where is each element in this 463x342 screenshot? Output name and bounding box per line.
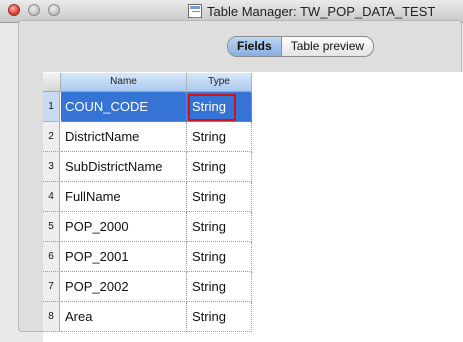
table-row[interactable]: 6 POP_2001 String: [43, 242, 252, 272]
table-row[interactable]: 4 FullName String: [43, 182, 252, 212]
tab-switcher: Fields Table preview: [227, 36, 375, 57]
table-row[interactable]: 8 Area String: [43, 302, 252, 332]
close-window-button[interactable]: [8, 4, 20, 16]
field-name-cell[interactable]: SubDistrictName: [61, 152, 187, 182]
window-title-group: Table Manager: TW_POP_DATA_TEST: [188, 2, 435, 20]
row-number: 4: [43, 182, 60, 212]
row-number: 1: [43, 92, 60, 122]
zoom-window-button[interactable]: [48, 4, 60, 16]
minimize-window-button[interactable]: [28, 4, 40, 16]
window-title: Table Manager: TW_POP_DATA_TEST: [207, 3, 436, 19]
field-name-cell[interactable]: POP_2000: [61, 212, 187, 242]
field-name-cell[interactable]: DistrictName: [61, 122, 187, 152]
table-row[interactable]: 1 COUN_CODE String: [43, 92, 252, 122]
row-number: 6: [43, 242, 60, 272]
table-row[interactable]: 5 POP_2000 String: [43, 212, 252, 242]
row-number: 2: [43, 122, 60, 152]
field-type-cell[interactable]: String: [187, 272, 252, 302]
row-number-header: [43, 73, 61, 92]
field-name-cell[interactable]: Area: [61, 302, 187, 332]
row-number: 7: [43, 272, 60, 302]
row-number: 5: [43, 212, 60, 242]
table-row[interactable]: 2 DistrictName String: [43, 122, 252, 152]
field-type-cell[interactable]: String: [187, 212, 252, 242]
column-header-type[interactable]: Type: [187, 73, 252, 92]
field-type-cell[interactable]: String: [187, 242, 252, 272]
table-row[interactable]: 7 POP_2002 String: [43, 272, 252, 302]
field-type-cell[interactable]: String: [187, 122, 252, 152]
column-header-name[interactable]: Name: [61, 73, 187, 92]
tab-table-preview[interactable]: Table preview: [282, 37, 373, 56]
field-name-cell[interactable]: POP_2002: [61, 272, 187, 302]
field-type-cell[interactable]: String: [187, 302, 252, 332]
field-type-cell[interactable]: String: [187, 152, 252, 182]
table-icon: [188, 4, 202, 18]
row-number: 3: [43, 152, 60, 182]
tab-fields[interactable]: Fields: [228, 37, 282, 56]
field-type-cell[interactable]: String: [187, 92, 252, 122]
field-type-cell[interactable]: String: [187, 182, 252, 212]
row-number: 8: [43, 302, 60, 332]
field-name-cell[interactable]: POP_2001: [61, 242, 187, 272]
table-row[interactable]: 3 SubDistrictName String: [43, 152, 252, 182]
field-name-cell[interactable]: COUN_CODE: [61, 92, 187, 122]
field-name-cell[interactable]: FullName: [61, 182, 187, 212]
